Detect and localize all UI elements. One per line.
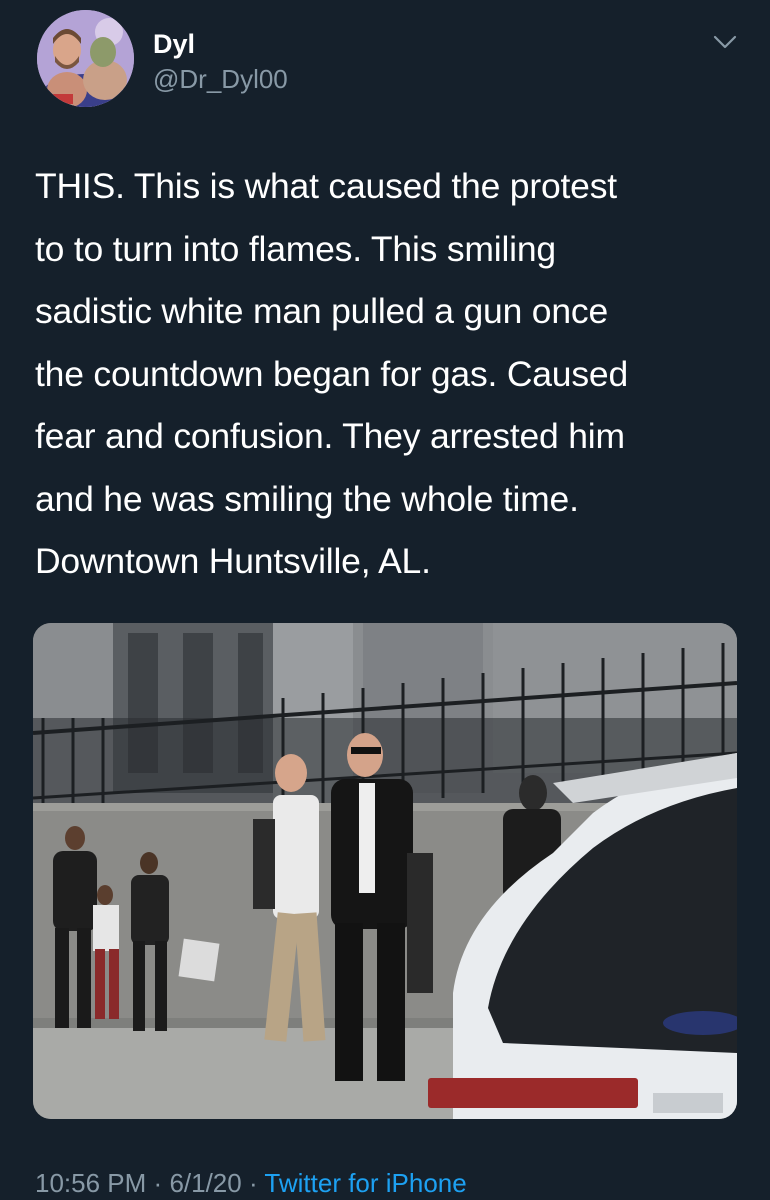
tweet-text-line: to to turn into flames. This smiling: [35, 228, 556, 269]
meta-separator: ·: [153, 1168, 163, 1198]
tweet-text-line: and he was smiling the whole time.: [35, 478, 579, 519]
tweet-text-line: Downtown Huntsville, AL.: [35, 541, 431, 581]
tweet-source-link[interactable]: Twitter for iPhone: [264, 1168, 466, 1198]
tweet-date[interactable]: 6/1/20: [169, 1168, 241, 1198]
chevron-down-icon[interactable]: [710, 30, 740, 54]
meta-separator: ·: [248, 1168, 258, 1198]
avatar[interactable]: [37, 10, 134, 107]
tweet-text: THIS. This is what caused the protest to…: [35, 155, 735, 593]
tweet-text-line: the countdown began for gas. Caused: [35, 353, 628, 394]
tweet-time[interactable]: 10:56 PM: [35, 1168, 146, 1198]
tweet-text-line: sadistic white man pulled a gun once: [35, 291, 608, 331]
tweet-meta: 10:56 PM · 6/1/20 · Twitter for iPhone: [35, 1166, 467, 1200]
tweet-text-line: fear and confusion. They arrested him: [35, 416, 625, 456]
user-handle[interactable]: @Dr_Dyl00: [153, 63, 288, 95]
avatar-image: [37, 10, 134, 107]
tweet-text-line: THIS. This is what caused the protest: [35, 166, 617, 206]
display-name[interactable]: Dyl: [153, 27, 195, 61]
photo-image: [33, 623, 737, 1119]
tweet-photo[interactable]: [33, 623, 737, 1119]
